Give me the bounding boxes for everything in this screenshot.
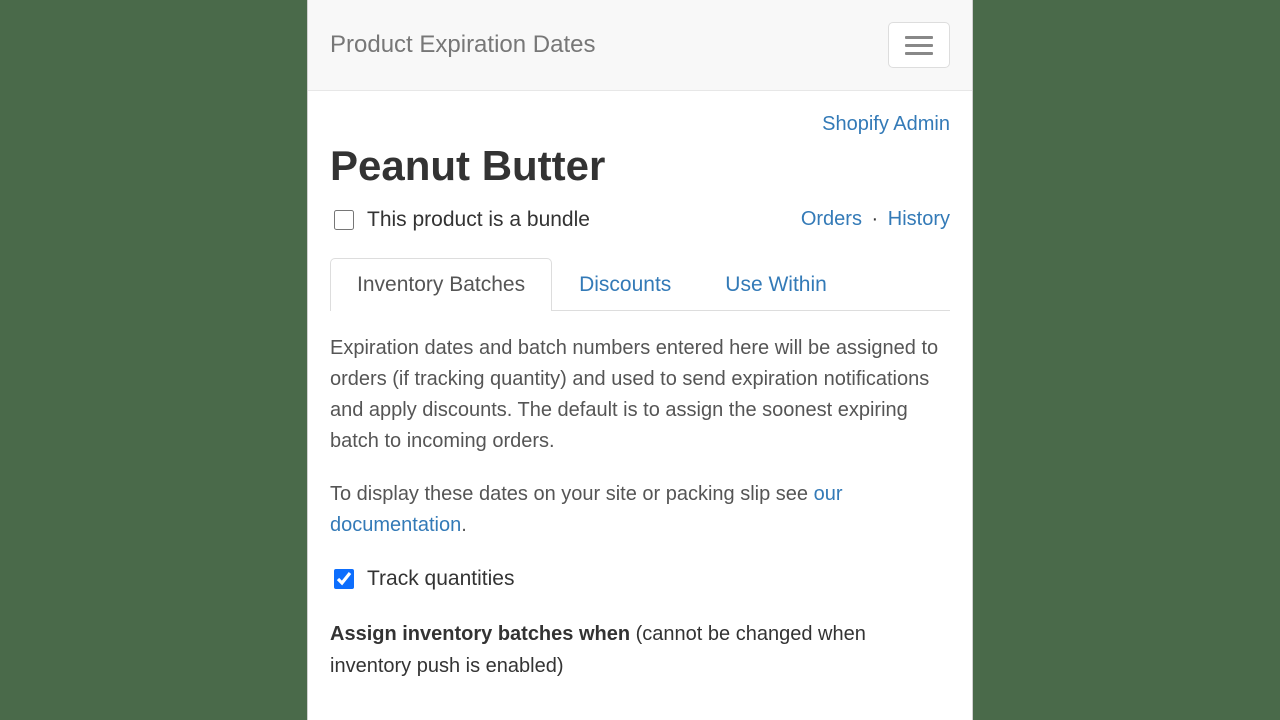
track-quantities-row[interactable]: Track quantities	[330, 563, 950, 596]
p2-prefix: To display these dates on your site or p…	[330, 483, 814, 505]
shopify-admin-link[interactable]: Shopify Admin	[822, 113, 950, 135]
orders-link[interactable]: Orders	[801, 208, 862, 230]
top-link-row: Shopify Admin	[330, 113, 950, 136]
description-paragraph-2: To display these dates on your site or p…	[330, 479, 950, 541]
hamburger-icon	[905, 36, 933, 39]
menu-toggle-button[interactable]	[888, 22, 950, 68]
hamburger-icon	[905, 44, 933, 47]
bundle-checkbox[interactable]	[334, 210, 354, 230]
description-paragraph-1: Expiration dates and batch numbers enter…	[330, 333, 950, 457]
tab-use-within[interactable]: Use Within	[698, 258, 854, 311]
assign-batches-strong: Assign inventory batches when	[330, 623, 630, 645]
tab-discounts[interactable]: Discounts	[552, 258, 698, 311]
bundle-label: This product is a bundle	[367, 208, 590, 232]
app-panel: Product Expiration Dates Shopify Admin P…	[307, 0, 973, 720]
hamburger-icon	[905, 52, 933, 55]
track-quantities-checkbox[interactable]	[334, 569, 354, 589]
content: Shopify Admin Peanut Butter Orders · His…	[308, 91, 972, 682]
track-quantities-label: Track quantities	[367, 563, 514, 596]
tab-body: Expiration dates and batch numbers enter…	[330, 311, 950, 682]
link-separator: ·	[872, 208, 879, 230]
tab-inventory-batches[interactable]: Inventory Batches	[330, 258, 552, 311]
product-title: Peanut Butter	[330, 142, 950, 190]
assign-batches-line: Assign inventory batches when (cannot be…	[330, 618, 950, 682]
navbar: Product Expiration Dates	[308, 0, 972, 91]
navbar-title: Product Expiration Dates	[330, 31, 595, 59]
history-link[interactable]: History	[888, 208, 950, 230]
p2-suffix: .	[461, 514, 467, 536]
tabs: Inventory Batches Discounts Use Within	[330, 257, 950, 311]
